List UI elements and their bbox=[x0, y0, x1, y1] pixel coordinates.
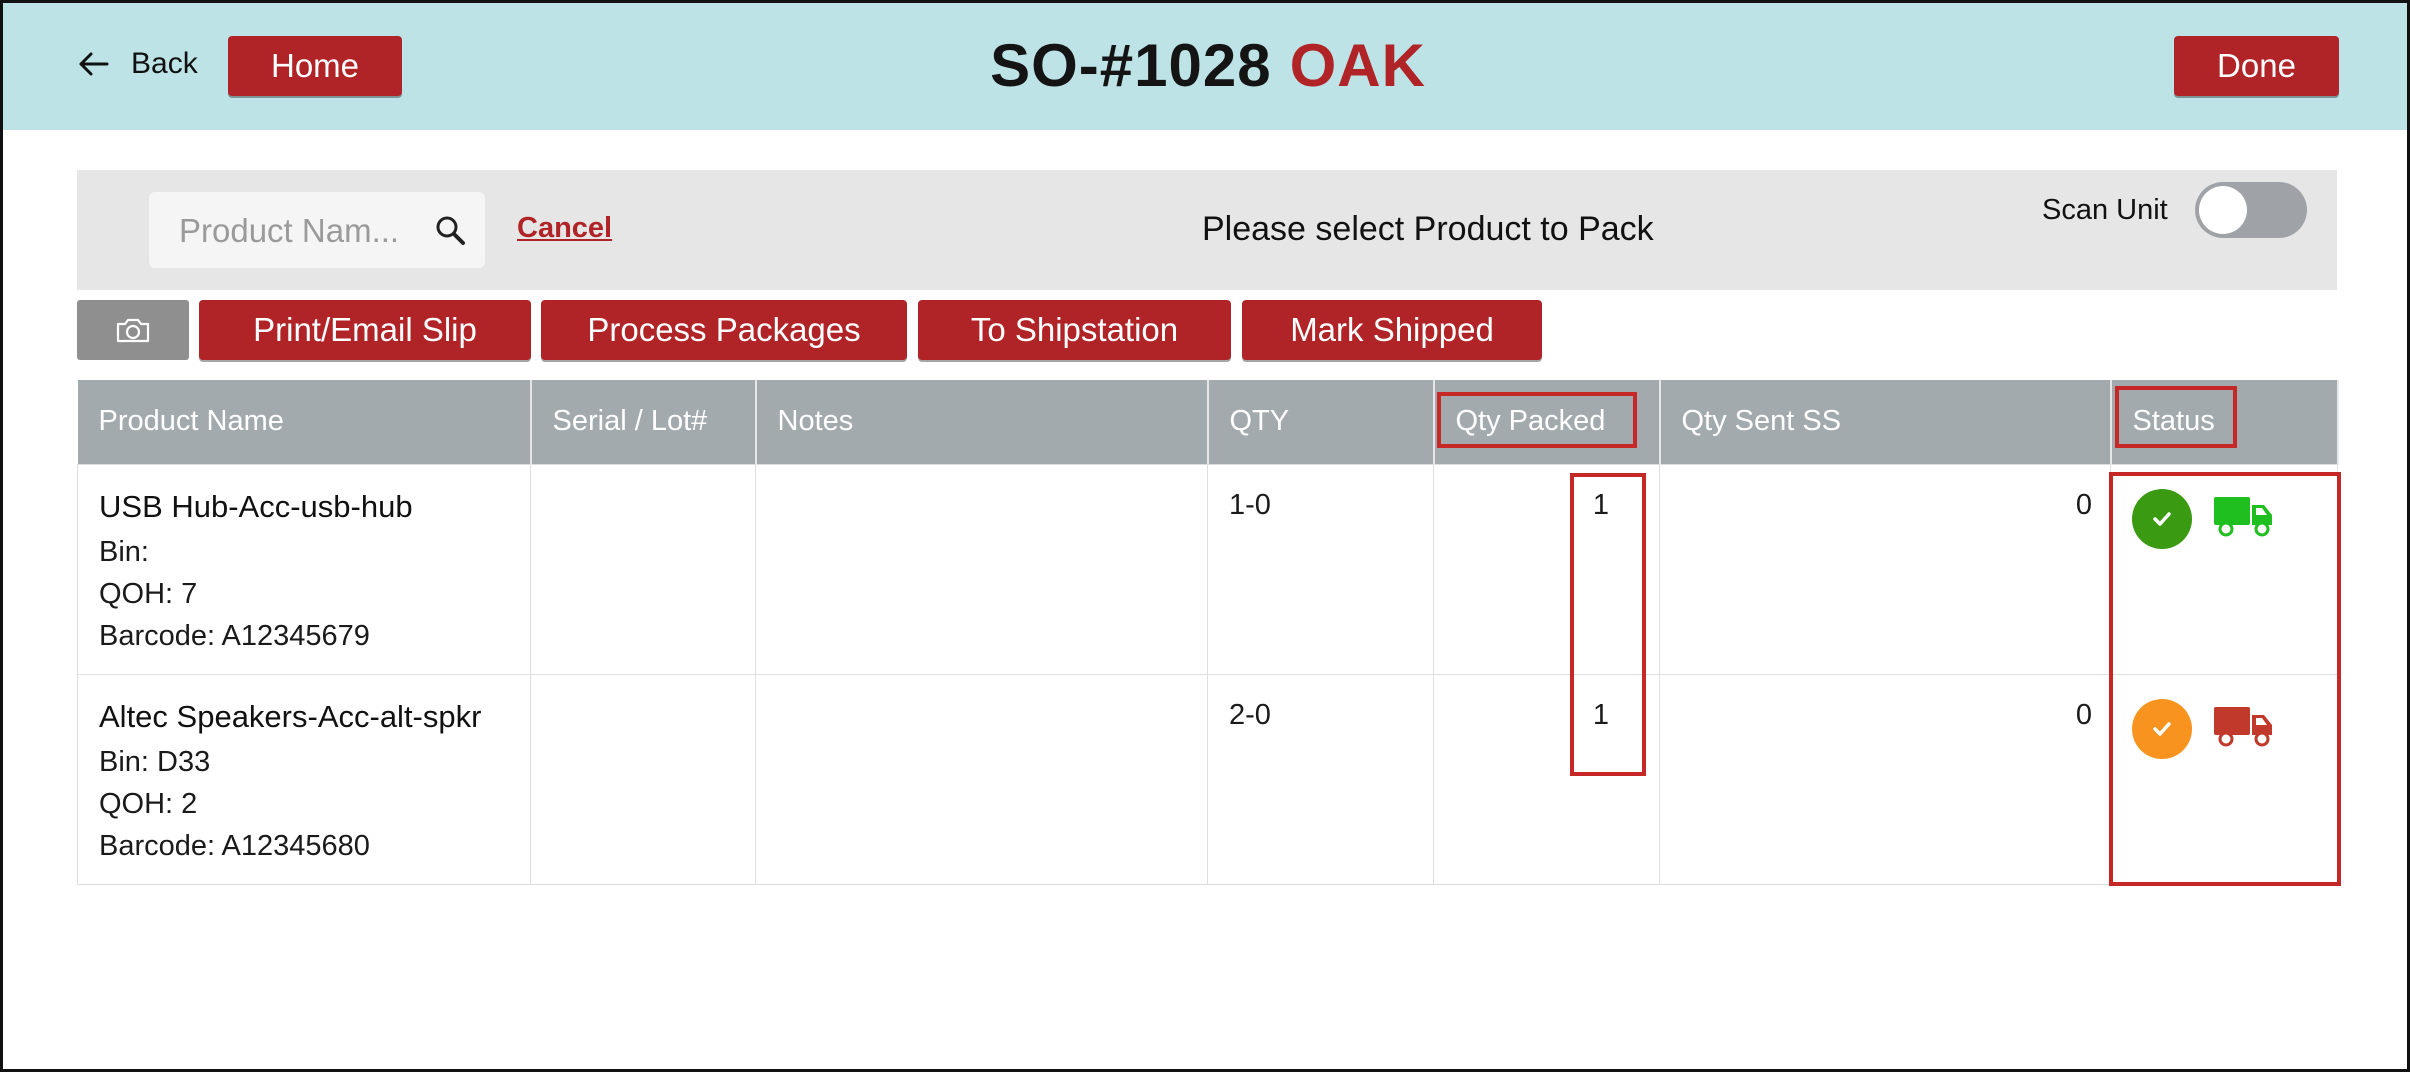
search-icon[interactable] bbox=[434, 214, 466, 246]
print-email-slip-button[interactable]: Print/Email Slip bbox=[199, 300, 531, 360]
product-bin: Bin: D33 bbox=[99, 745, 211, 778]
location-code: OAK bbox=[1289, 32, 1426, 99]
table-header-row: Product Name Serial / Lot# Notes QTY Qty… bbox=[77, 380, 2339, 464]
qty-packed-cell: 1 bbox=[1433, 463, 1660, 675]
truck-icon bbox=[2212, 491, 2274, 547]
done-button[interactable]: Done bbox=[2174, 36, 2339, 96]
qty-cell: 2-0 bbox=[1207, 673, 1434, 885]
product-qoh: QOH: 2 bbox=[99, 787, 198, 820]
header-bar: Back Home SO-#1028 OAK Done bbox=[3, 3, 2407, 130]
serial-cell bbox=[530, 673, 756, 885]
col-status[interactable]: Status bbox=[2110, 380, 2339, 464]
serial-cell bbox=[530, 463, 756, 675]
col-qty[interactable]: QTY bbox=[1207, 380, 1435, 464]
status-cell bbox=[2110, 463, 2338, 675]
to-shipstation-button[interactable]: To Shipstation bbox=[918, 300, 1231, 360]
table-row[interactable]: USB Hub-Acc-usb-hub Bin: QOH: 7 Barcode:… bbox=[77, 463, 2338, 675]
qty-packed-cell: 1 bbox=[1433, 673, 1660, 885]
product-barcode: Barcode: A12345679 bbox=[99, 619, 370, 652]
qty-cell: 1-0 bbox=[1207, 463, 1434, 675]
status-cell bbox=[2110, 673, 2338, 885]
col-qty-sent-ss[interactable]: Qty Sent SS bbox=[1659, 380, 2112, 464]
product-cell[interactable]: Altec Speakers-Acc-alt-spkr Bin: D33 QOH… bbox=[77, 673, 531, 885]
camera-icon bbox=[116, 318, 150, 343]
mark-shipped-button[interactable]: Mark Shipped bbox=[1242, 300, 1542, 360]
scan-unit-toggle[interactable] bbox=[2195, 182, 2307, 238]
packing-table: Product Name Serial / Lot# Notes QTY Qty… bbox=[77, 380, 2339, 885]
product-qoh: QOH: 7 bbox=[99, 577, 198, 610]
process-packages-button[interactable]: Process Packages bbox=[541, 300, 907, 360]
col-notes[interactable]: Notes bbox=[755, 380, 1209, 464]
toggle-knob bbox=[2199, 186, 2247, 234]
col-product-name[interactable]: Product Name bbox=[77, 380, 532, 464]
qty-sent-ss-cell: 0 bbox=[1659, 673, 2111, 885]
scan-unit-label: Scan Unit bbox=[2042, 194, 2168, 226]
check-circle-icon bbox=[2132, 698, 2192, 759]
product-bin: Bin: bbox=[99, 535, 149, 568]
product-name: Altec Speakers-Acc-alt-spkr bbox=[99, 698, 482, 734]
page-title: SO-#1028 OAK bbox=[3, 31, 2410, 100]
table-row[interactable]: Altec Speakers-Acc-alt-spkr Bin: D33 QOH… bbox=[77, 673, 2338, 885]
product-barcode: Barcode: A12345680 bbox=[99, 829, 370, 862]
col-serial-lot[interactable]: Serial / Lot# bbox=[530, 380, 757, 464]
product-search-input[interactable] bbox=[177, 192, 431, 270]
product-name: USB Hub-Acc-usb-hub bbox=[99, 488, 413, 524]
product-cell[interactable]: USB Hub-Acc-usb-hub Bin: QOH: 7 Barcode:… bbox=[77, 463, 531, 675]
search-bar: Cancel Please select Product to Pack Sca… bbox=[77, 170, 2337, 290]
notes-cell bbox=[755, 463, 1208, 675]
cancel-link[interactable]: Cancel bbox=[517, 212, 612, 245]
qty-sent-ss-cell: 0 bbox=[1659, 463, 2111, 675]
search-field[interactable] bbox=[149, 192, 485, 270]
truck-icon bbox=[2212, 701, 2274, 757]
check-circle-icon bbox=[2132, 488, 2192, 549]
col-qty-packed[interactable]: Qty Packed bbox=[1433, 380, 1661, 464]
camera-button[interactable] bbox=[77, 300, 189, 360]
notes-cell bbox=[755, 673, 1208, 885]
select-product-prompt: Please select Product to Pack bbox=[1202, 210, 1654, 248]
order-number: SO-#1028 bbox=[990, 32, 1272, 99]
